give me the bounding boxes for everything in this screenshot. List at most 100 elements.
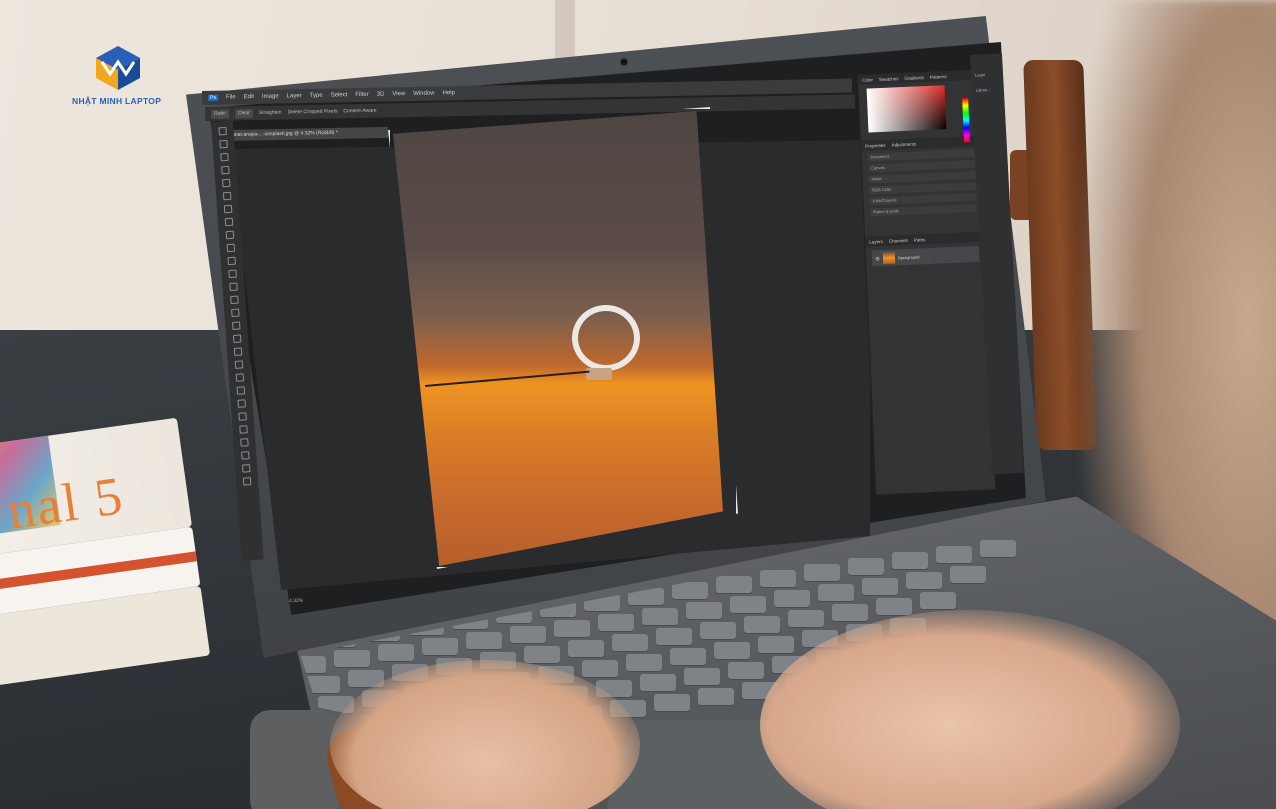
straighten-button[interactable]: Straighten xyxy=(259,110,282,116)
tool-icon[interactable] xyxy=(228,269,237,279)
keyboard-key xyxy=(788,610,824,627)
panel-tab-color[interactable]: Color xyxy=(862,77,873,82)
panel-tab-channels[interactable]: Channels xyxy=(889,237,908,243)
ring-lamp xyxy=(572,305,640,371)
learn-button[interactable]: Learn xyxy=(975,72,999,78)
tool-icon[interactable] xyxy=(222,191,232,201)
tool-icon[interactable] xyxy=(223,204,233,214)
keyboard-key xyxy=(466,632,502,649)
keyboard-key xyxy=(876,598,912,615)
menu-3d[interactable]: 3D xyxy=(377,91,385,97)
layer-thumbnail xyxy=(882,251,896,265)
properties-rows: Document Canvas Mode RGB Color 8 Bit/Channel… xyxy=(861,148,983,217)
keyboard-key xyxy=(758,636,794,653)
ring-lamp-base xyxy=(586,368,612,380)
panel-tab-paths[interactable]: Paths xyxy=(914,237,926,242)
tool-icon[interactable] xyxy=(241,451,250,460)
tool-icon[interactable] xyxy=(221,165,230,175)
clear-button[interactable]: Clear xyxy=(234,108,253,118)
menu-edit[interactable]: Edit xyxy=(244,94,254,100)
tool-icon[interactable] xyxy=(227,256,237,266)
panel-tab-properties[interactable]: Properties xyxy=(865,142,886,148)
libraries-button[interactable]: Librari... xyxy=(976,86,1000,93)
panel-tab-adjustments[interactable]: Adjustments xyxy=(891,141,916,147)
keyboard-key xyxy=(422,638,458,655)
webcam-icon xyxy=(620,58,628,66)
tool-icon[interactable] xyxy=(229,282,238,292)
panel-tab-swatches[interactable]: Swatches xyxy=(879,76,899,82)
menu-help[interactable]: Help xyxy=(443,90,455,96)
tool-icon[interactable] xyxy=(225,230,235,240)
keyboard-key xyxy=(656,628,692,645)
menu-window[interactable]: Window xyxy=(413,91,434,97)
tool-icon[interactable] xyxy=(240,438,249,447)
tool-icon[interactable] xyxy=(242,477,252,486)
keyboard-key xyxy=(730,596,766,613)
property-row[interactable]: Rulers & Grids xyxy=(869,203,978,217)
tool-icon[interactable] xyxy=(235,373,245,382)
color-panel xyxy=(859,84,980,143)
tool-icon[interactable] xyxy=(224,217,234,227)
keyboard-key xyxy=(744,616,780,633)
delete-cropped-checkbox[interactable]: Delete Cropped Pixels xyxy=(287,108,337,115)
tool-icon[interactable] xyxy=(241,464,251,473)
brand-logo-icon xyxy=(96,46,140,90)
keyboard-key xyxy=(684,668,720,685)
tool-icon[interactable] xyxy=(236,386,246,395)
menu-file[interactable]: File xyxy=(226,94,236,100)
tool-icon[interactable] xyxy=(234,360,244,369)
keyboard-key xyxy=(848,558,884,575)
tool-icon[interactable] xyxy=(226,243,236,253)
keyboard-key xyxy=(892,552,928,569)
keyboard-key xyxy=(670,648,706,665)
panel-tab-gradients[interactable]: Gradients xyxy=(904,75,924,81)
keyboard-key xyxy=(716,576,752,593)
panel-tab-patterns[interactable]: Patterns xyxy=(930,74,947,80)
menu-view[interactable]: View xyxy=(392,91,405,97)
layer-row[interactable]: 👁 Background xyxy=(871,245,980,267)
keyboard-key xyxy=(832,604,868,621)
menu-type[interactable]: Type xyxy=(310,93,323,99)
menu-filter[interactable]: Filter xyxy=(355,92,368,98)
keyboard-key xyxy=(920,592,956,609)
keyboard-key xyxy=(774,590,810,607)
layer-name: Background xyxy=(897,253,920,260)
tool-icon[interactable] xyxy=(232,334,242,343)
tool-icon[interactable] xyxy=(232,321,241,331)
keyboard-key xyxy=(672,582,708,599)
eye-icon[interactable]: 👁 xyxy=(875,256,880,261)
keyboard-key xyxy=(714,642,750,659)
crop-ratio-select[interactable]: Ratio xyxy=(211,109,229,119)
panel-tab-layers[interactable]: Layers xyxy=(869,239,883,245)
layers-panel-tabs: Layers Channels Paths xyxy=(865,231,985,247)
keyboard-key xyxy=(598,614,634,631)
crop-frame[interactable] xyxy=(388,107,738,569)
tool-icon[interactable] xyxy=(219,139,228,149)
tool-icon[interactable] xyxy=(233,347,243,356)
tool-icon[interactable] xyxy=(239,425,248,434)
scene: nal 5 Ps File Edit Image Layer Type Select Fil… xyxy=(0,0,1276,809)
keyboard-key xyxy=(728,662,764,679)
keyboard-key xyxy=(582,660,618,677)
ps-logo-icon[interactable]: Ps xyxy=(208,94,219,101)
hue-slider[interactable] xyxy=(962,98,971,143)
color-picker[interactable] xyxy=(866,85,947,133)
tool-icon[interactable] xyxy=(238,412,247,421)
tool-icon[interactable] xyxy=(231,308,240,318)
keyboard-key xyxy=(626,654,662,671)
keyboard-key xyxy=(554,620,590,637)
tool-icon[interactable] xyxy=(237,399,246,408)
keyboard-key xyxy=(936,546,972,563)
content-aware-checkbox[interactable]: Content-Aware xyxy=(343,108,376,115)
menu-layer[interactable]: Layer xyxy=(287,93,302,99)
keyboard-key xyxy=(700,622,736,639)
tool-icon[interactable] xyxy=(220,152,229,162)
menu-image[interactable]: Image xyxy=(262,94,279,100)
keyboard-key xyxy=(980,540,1016,557)
keyboard-key xyxy=(612,634,648,651)
menu-select[interactable]: Select xyxy=(331,92,348,98)
tool-icon[interactable] xyxy=(218,126,227,136)
keyboard-key xyxy=(640,674,676,691)
tool-icon[interactable] xyxy=(222,178,231,188)
tool-icon[interactable] xyxy=(230,295,239,305)
